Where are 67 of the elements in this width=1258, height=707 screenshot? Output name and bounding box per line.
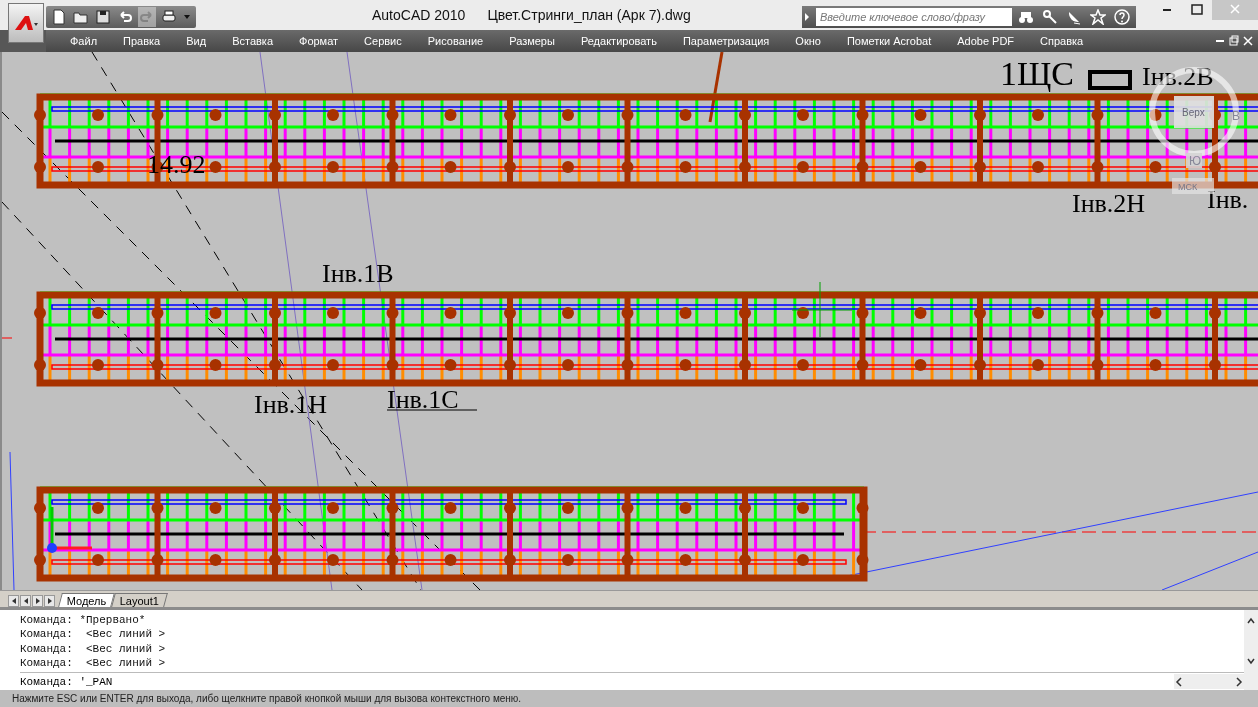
app-title: AutoCAD 2010 (372, 7, 466, 23)
application-menu-button[interactable] (8, 3, 44, 43)
save-button[interactable] (94, 7, 112, 27)
search-field[interactable]: Введите ключевое слово/фразу (816, 8, 1012, 26)
new-button[interactable] (50, 7, 68, 27)
layout-tab[interactable]: Модель (58, 592, 116, 607)
ucs-menu-label: МСК (1178, 182, 1198, 192)
ucs-icon (47, 507, 92, 553)
drawing-label: Iнв.2Н (1072, 189, 1146, 218)
logo-icon (13, 15, 39, 31)
menu-item[interactable]: Формат (299, 35, 339, 47)
viewcube-label: Верх (1182, 107, 1205, 118)
menu-item[interactable]: Рисование (427, 35, 484, 47)
drawing-label: Iнв.1Н (254, 390, 328, 419)
star-icon (1090, 9, 1106, 25)
menu-item[interactable]: Сервис (364, 35, 402, 47)
horizontal-scrollbar[interactable] (1174, 674, 1244, 690)
menu-item[interactable]: Размеры (509, 35, 555, 47)
viewcube-label: Ю (1189, 154, 1202, 168)
menu-item[interactable]: Adobe PDF (957, 35, 1015, 47)
tab-scroll-button[interactable] (32, 594, 43, 607)
save-icon (95, 9, 111, 25)
redo-icon (139, 9, 155, 25)
new-file-icon (51, 9, 67, 25)
crosshair-icon (791, 281, 853, 338)
printer-icon (161, 9, 177, 25)
drawing-label: 1ЩС (1000, 55, 1074, 92)
command-input[interactable]: Команда: '_PAN (20, 675, 1174, 688)
menu-item[interactable]: Правка (123, 35, 161, 47)
drawing-label: Iнв.2В (1142, 62, 1214, 91)
command-history-line: Команда: <Вес линий > (20, 627, 167, 642)
menu-item[interactable]: Редактировать (580, 35, 657, 47)
command-history-line: Команда: <Вес линий > (20, 641, 167, 657)
help-button[interactable] (1112, 7, 1132, 27)
tab-scroll-button[interactable] (8, 594, 19, 607)
viewcube-label: В (1232, 109, 1240, 123)
vertical-scrollbar[interactable] (1244, 609, 1258, 691)
restore-icon (1229, 33, 1239, 49)
menu-item[interactable]: Файл (70, 35, 98, 47)
menu-item[interactable]: Вид (186, 35, 207, 47)
help-icon (1114, 9, 1130, 25)
tab-scroll-button[interactable] (20, 594, 31, 607)
undo-icon (117, 9, 133, 25)
panel-symbol-icon (1088, 70, 1132, 90)
folder-icon (73, 9, 89, 25)
menu-item[interactable]: Справка (1040, 35, 1084, 47)
menu-item[interactable]: Вставка (232, 35, 273, 47)
drawing-label: Iнв.1С (387, 385, 459, 414)
document-restore-button[interactable] (1228, 34, 1240, 48)
document-title: Цвет.Стринги_план (Арк 7).dwg (487, 7, 691, 23)
favorites-button[interactable] (1088, 7, 1108, 27)
command-history-line: Команда: *Прервано* (20, 612, 147, 628)
key-icon (1042, 9, 1058, 25)
drawing-label: Iнв. (1207, 185, 1249, 214)
tab-scroll-button[interactable] (44, 594, 55, 607)
maximize-icon (1191, 2, 1203, 18)
minimize-icon (1215, 40, 1225, 42)
document-close-button[interactable] (1242, 34, 1254, 48)
menu-item[interactable]: Пометки Acrobat (846, 35, 932, 47)
minimize-icon (1162, 9, 1172, 11)
binoculars-icon (1018, 9, 1034, 25)
menu-item[interactable]: Параметризация (682, 35, 770, 47)
drawing-label: Iнв.1В (322, 259, 394, 288)
layout-tab[interactable]: Layout1 (111, 592, 169, 607)
satellite-dish-icon (1066, 9, 1082, 25)
menu-item[interactable]: Окно (795, 35, 821, 47)
command-history-line: Команда: <Вес линий > (20, 656, 167, 671)
